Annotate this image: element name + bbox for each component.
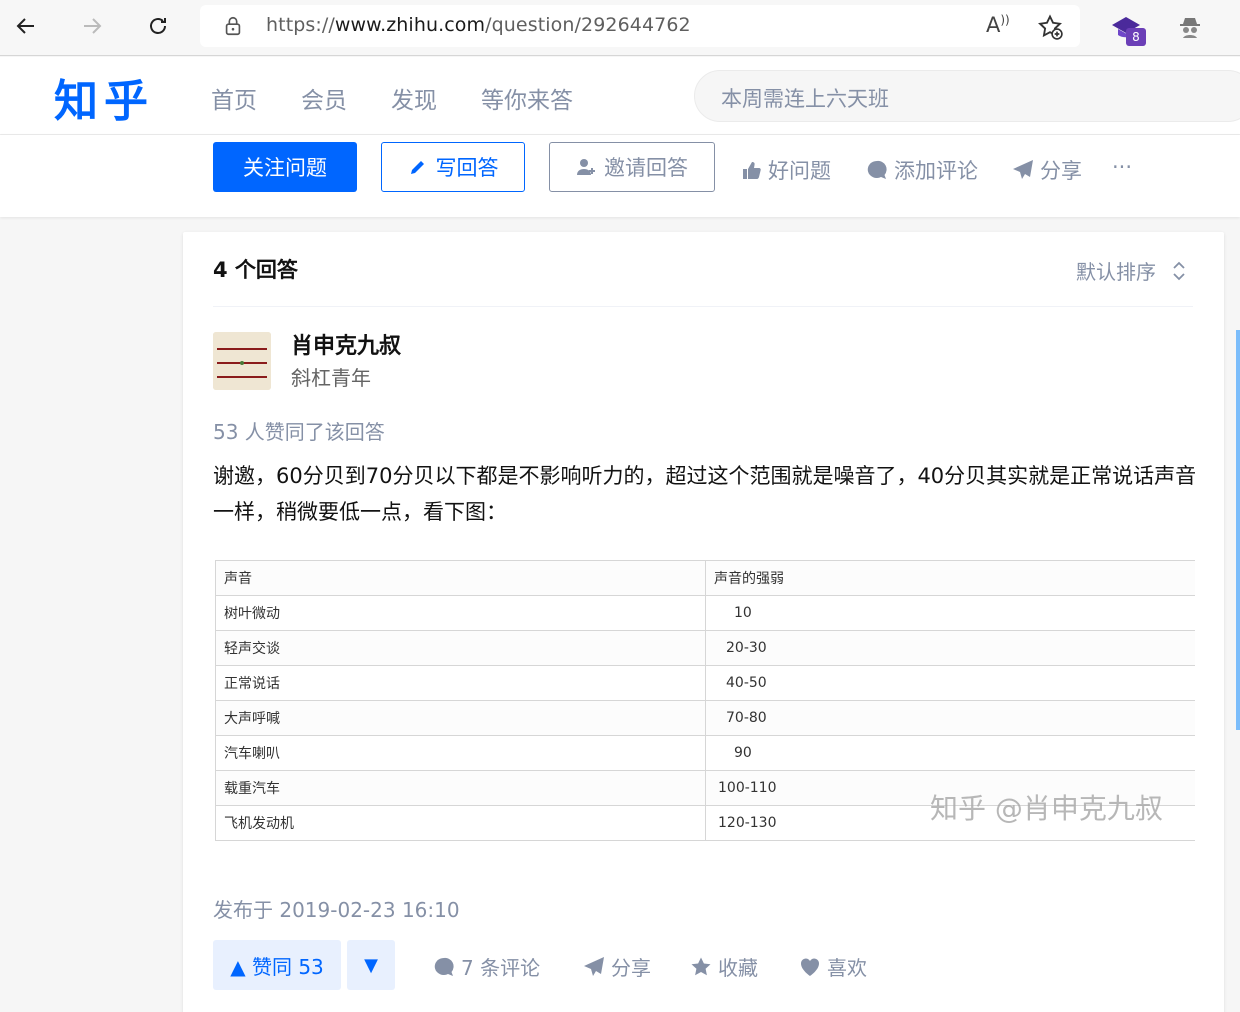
paper-plane-icon: [1013, 160, 1033, 179]
table-cell: 树叶微动: [215, 595, 706, 631]
add-user-icon: [577, 159, 595, 175]
table-row: 大声呼喊 70-80: [215, 700, 1195, 736]
avatar-image: [213, 332, 271, 390]
table-header-cell: 声音: [215, 560, 706, 596]
comment-bubble-icon: [434, 957, 454, 976]
table-row: 正常说话 40-50: [215, 665, 1195, 701]
invite-answer-button[interactable]: 邀请回答: [549, 142, 715, 192]
sort-chevron-icon: [1173, 261, 1185, 280]
table-cell: 20-30: [705, 630, 1195, 666]
lock-icon: [225, 16, 241, 36]
table-cell: 汽车喇叭: [215, 735, 706, 771]
table-cell: 10: [705, 595, 1195, 631]
url-text: https://www.zhihu.com/question/292644762: [266, 14, 691, 36]
table-row: 汽车喇叭 90: [215, 735, 1195, 771]
share-answer-button[interactable]: 分享: [583, 952, 651, 981]
address-bar[interactable]: https://www.zhihu.com/question/292644762…: [200, 5, 1080, 47]
browser-toolbar: https://www.zhihu.com/question/292644762…: [0, 0, 1240, 56]
nav-vip[interactable]: 会员: [301, 81, 347, 115]
downvote-button[interactable]: ▼: [347, 940, 395, 990]
table-cell: 40-50: [705, 665, 1195, 701]
search-input[interactable]: 本周需连上六天班: [694, 70, 1240, 122]
follow-question-button[interactable]: 关注问题: [213, 142, 357, 192]
table-header-row: 声音 声音的强弱: [215, 560, 1195, 596]
right-edge-indicator: [1236, 330, 1240, 730]
question-action-bar: 关注问题 写回答 邀请回答 好问题 添加评论 分享 ···: [0, 135, 1240, 217]
table-cell: 飞机发动机: [215, 805, 706, 841]
comments-button[interactable]: 7 条评论: [433, 952, 540, 981]
nav-explore[interactable]: 发现: [391, 81, 437, 115]
nav-home[interactable]: 首页: [211, 81, 257, 115]
extension-badge: 8: [1126, 28, 1146, 46]
pencil-icon: [410, 161, 424, 174]
answer-card: 4 个回答 默认排序 肖申克九叔 斜杠青年 53 人赞同了该回答 谢邀，60分贝…: [183, 232, 1224, 1012]
posted-time[interactable]: 发布于 2019-02-23 16:10: [213, 894, 460, 923]
divider: [213, 306, 1193, 307]
heart-icon: [800, 958, 820, 976]
forward-arrow-icon: [84, 18, 102, 34]
share-question-button[interactable]: 分享: [1012, 155, 1082, 185]
nav-waiting[interactable]: 等你来答: [481, 81, 573, 115]
like-button[interactable]: 喜欢: [799, 952, 867, 981]
answers-count: 4 个回答: [213, 258, 298, 282]
more-options-button[interactable]: ···: [1112, 155, 1132, 179]
table-cell: 大声呼喊: [215, 700, 706, 736]
table-cell: 90: [705, 735, 1195, 771]
avatar[interactable]: [213, 332, 271, 390]
favorite-star-icon[interactable]: [1036, 13, 1064, 41]
author-name[interactable]: 肖申克九叔: [291, 328, 401, 360]
search-placeholder: 本周需连上六天班: [721, 87, 889, 111]
image-watermark: 知乎 @肖申克九叔: [930, 792, 1163, 825]
table-cell: 载重汽车: [215, 770, 706, 806]
table-cell: 70-80: [705, 700, 1195, 736]
upvote-button[interactable]: ▲ 赞同 53: [213, 940, 341, 990]
write-answer-button[interactable]: 写回答: [381, 142, 525, 192]
table-row: 树叶微动 10: [215, 595, 1195, 631]
forward-button[interactable]: [72, 6, 112, 46]
table-header-cell: 声音的强弱: [705, 560, 1195, 596]
table-cell: 轻声交谈: [215, 630, 706, 666]
back-button[interactable]: [6, 6, 46, 46]
read-aloud-icon[interactable]: A)): [986, 13, 1010, 37]
votes-summary: 53 人赞同了该回答: [213, 420, 385, 444]
add-comment-button[interactable]: 添加评论: [866, 155, 978, 185]
table-cell: 正常说话: [215, 665, 706, 701]
extension-spy-icon[interactable]: [1174, 12, 1206, 44]
comment-bubble-icon: [867, 160, 887, 179]
refresh-icon: [150, 18, 166, 34]
table-row: 轻声交谈 20-30: [215, 630, 1195, 666]
sort-dropdown[interactable]: 默认排序: [1076, 256, 1188, 285]
refresh-button[interactable]: [138, 6, 178, 46]
answer-content: 谢邀，60分贝到70分贝以下都是不影响听力的，超过这个范围就是噪音了，40分贝其…: [213, 464, 1197, 524]
author-headline: 斜杠青年: [291, 366, 371, 390]
thumbs-up-icon: [743, 162, 761, 179]
site-header: 知乎 首页 会员 发现 等你来答 本周需连上六天班: [0, 57, 1240, 135]
good-question-button[interactable]: 好问题: [740, 155, 831, 185]
star-icon: [691, 957, 711, 975]
paper-plane-icon: [584, 956, 604, 976]
back-arrow-icon: [16, 18, 34, 34]
collect-button[interactable]: 收藏: [690, 952, 758, 981]
zhihu-logo[interactable]: 知乎: [54, 65, 154, 129]
